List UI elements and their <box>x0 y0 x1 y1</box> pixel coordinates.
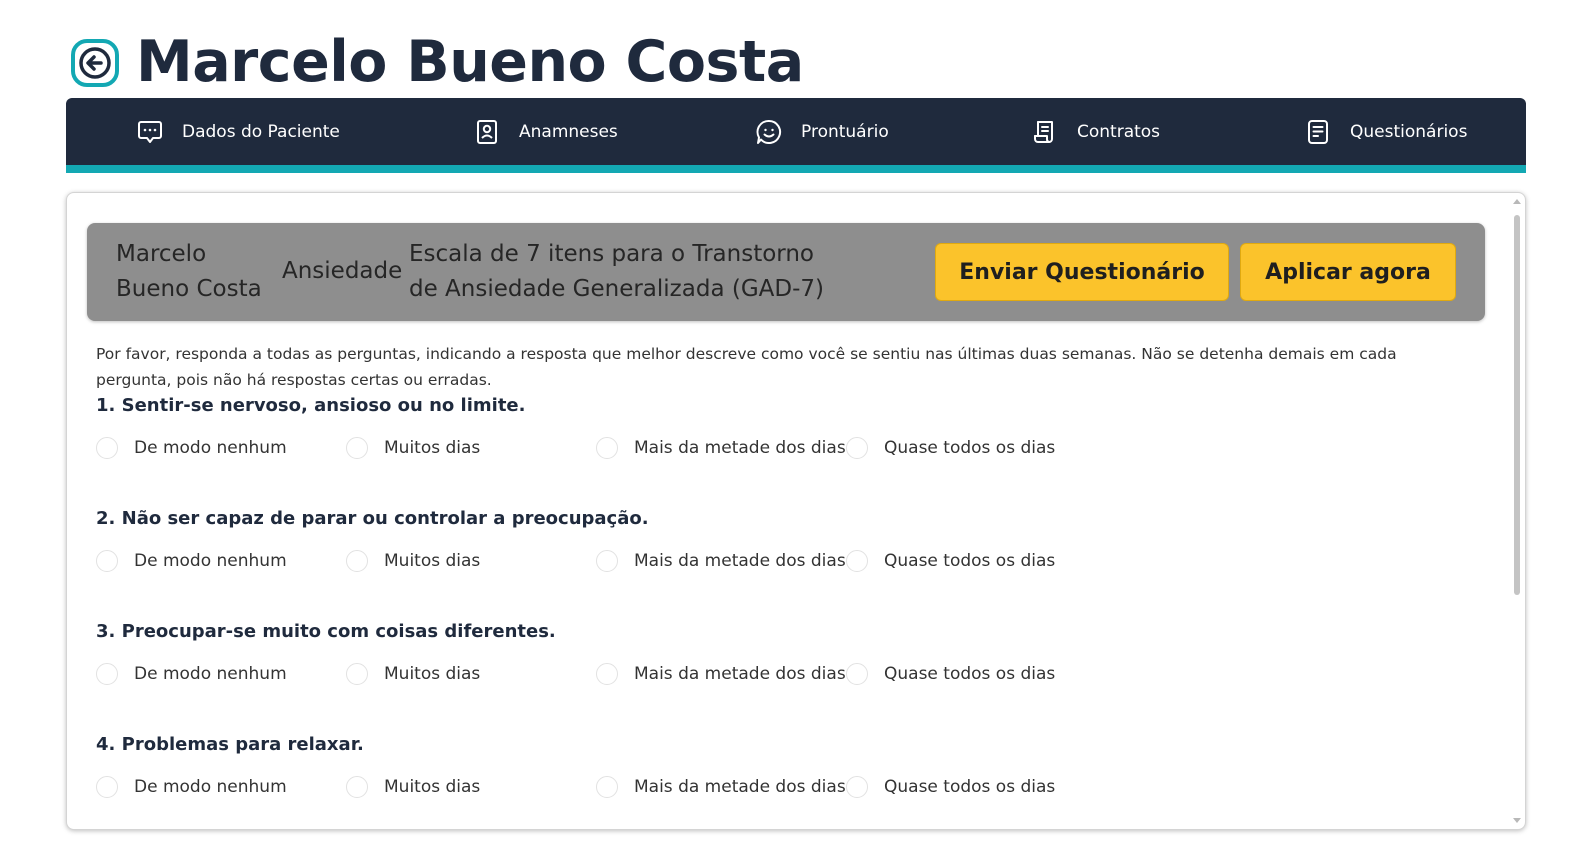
option-label: Quase todos os dias <box>884 438 1056 458</box>
banner-category: Ansiedade <box>282 258 403 284</box>
radio-button[interactable] <box>596 663 618 685</box>
radio-button[interactable] <box>346 776 368 798</box>
nav-tab-label: Contratos <box>1077 121 1161 142</box>
option-quase-todos[interactable]: Quase todos os dias <box>846 776 1055 798</box>
patient-navbar: Dados do Paciente Anamneses Prontuário C… <box>66 98 1526 173</box>
nav-tab-anamneses[interactable]: Anamneses <box>473 98 618 165</box>
nav-tab-dados-do-paciente[interactable]: Dados do Paciente <box>136 98 340 165</box>
option-label: De modo nenhum <box>134 438 287 458</box>
radio-button[interactable] <box>846 437 868 459</box>
option-label: Quase todos os dias <box>884 551 1056 571</box>
option-de-modo-nenhum[interactable]: De modo nenhum <box>96 776 287 798</box>
option-label: Mais da metade dos dias <box>634 664 846 684</box>
chat-dots-icon <box>138 120 162 143</box>
question-title: 3. Preocupar-se muito com coisas diferen… <box>96 621 556 642</box>
option-de-modo-nenhum[interactable]: De modo nenhum <box>96 550 287 572</box>
questionnaire-banner: Marcelo Bueno Costa Ansiedade Escala de … <box>87 223 1485 321</box>
nav-tab-label: Prontuário <box>801 121 889 142</box>
question-3: 3. Preocupar-se muito com coisas diferen… <box>96 619 1396 699</box>
questionnaire-card: Marcelo Bueno Costa Ansiedade Escala de … <box>66 192 1526 830</box>
option-quase-todos[interactable]: Quase todos os dias <box>846 437 1055 459</box>
contract-icon <box>1034 120 1053 143</box>
option-label: Mais da metade dos dias <box>634 438 846 458</box>
option-label: Mais da metade dos dias <box>634 777 846 797</box>
option-muitos-dias[interactable]: Muitos dias <box>346 550 480 572</box>
radio-button[interactable] <box>846 550 868 572</box>
id-card-icon <box>477 119 497 144</box>
question-title: 2. Não ser capaz de parar ou controlar a… <box>96 508 649 529</box>
nav-tab-label: Dados do Paciente <box>182 121 340 142</box>
radio-button[interactable] <box>346 663 368 685</box>
question-title: 4. Problemas para relaxar. <box>96 734 364 755</box>
nav-tab-label: Anamneses <box>519 121 618 142</box>
radio-button[interactable] <box>346 437 368 459</box>
send-questionnaire-button[interactable]: Enviar Questionário <box>935 243 1229 301</box>
radio-button[interactable] <box>846 663 868 685</box>
scroll-down-arrow[interactable] <box>1513 818 1521 823</box>
nav-tab-contratos[interactable]: Contratos <box>1031 98 1160 165</box>
question-1: 1. Sentir-se nervoso, ansioso ou no limi… <box>96 393 1396 473</box>
scroll-up-arrow[interactable] <box>1513 199 1521 204</box>
option-label: Quase todos os dias <box>884 777 1056 797</box>
question-4: 4. Problemas para relaxar. De modo nenhu… <box>96 732 1396 812</box>
option-quase-todos[interactable]: Quase todos os dias <box>846 663 1055 685</box>
option-mais-da-metade[interactable]: Mais da metade dos dias <box>596 437 846 459</box>
option-mais-da-metade[interactable]: Mais da metade dos dias <box>596 776 846 798</box>
option-label: Muitos dias <box>384 551 481 571</box>
option-quase-todos[interactable]: Quase todos os dias <box>846 550 1055 572</box>
option-label: Muitos dias <box>384 664 481 684</box>
option-label: Mais da metade dos dias <box>634 551 846 571</box>
option-de-modo-nenhum[interactable]: De modo nenhum <box>96 663 287 685</box>
arrow-left-circle-icon[interactable] <box>70 38 120 88</box>
scroll-thumb[interactable] <box>1514 215 1520 595</box>
radio-button[interactable] <box>596 776 618 798</box>
answer-options: De modo nenhum Muitos dias Mais da metad… <box>96 437 1396 473</box>
question-title: 1. Sentir-se nervoso, ansioso ou no limi… <box>96 395 526 416</box>
option-muitos-dias[interactable]: Muitos dias <box>346 437 480 459</box>
scrollbar[interactable] <box>1512 199 1522 823</box>
option-mais-da-metade[interactable]: Mais da metade dos dias <box>596 550 846 572</box>
answer-options: De modo nenhum Muitos dias Mais da metad… <box>96 776 1396 812</box>
document-icon <box>1308 119 1328 144</box>
smile-chat-icon <box>756 119 782 144</box>
radio-button[interactable] <box>96 776 118 798</box>
option-muitos-dias[interactable]: Muitos dias <box>346 663 480 685</box>
option-label: Muitos dias <box>384 777 481 797</box>
answer-options: De modo nenhum Muitos dias Mais da metad… <box>96 550 1396 586</box>
option-label: Quase todos os dias <box>884 664 1056 684</box>
page-header: Marcelo Bueno Costa <box>70 34 804 91</box>
option-label: De modo nenhum <box>134 664 287 684</box>
banner-scale-name: Escala de 7 itens para o Transtorno de A… <box>409 241 824 302</box>
nav-tab-prontuario[interactable]: Prontuário <box>755 98 889 165</box>
radio-button[interactable] <box>96 437 118 459</box>
page-title: Marcelo Bueno Costa <box>136 29 804 95</box>
radio-button[interactable] <box>346 550 368 572</box>
radio-button[interactable] <box>96 550 118 572</box>
apply-now-button[interactable]: Aplicar agora <box>1240 243 1456 301</box>
radio-button[interactable] <box>96 663 118 685</box>
radio-button[interactable] <box>596 550 618 572</box>
option-label: De modo nenhum <box>134 551 287 571</box>
option-mais-da-metade[interactable]: Mais da metade dos dias <box>596 663 846 685</box>
nav-tab-label: Questionários <box>1350 121 1468 142</box>
instructions-text: Por favor, responda a todas as perguntas… <box>96 345 1397 389</box>
option-label: Muitos dias <box>384 438 481 458</box>
radio-button[interactable] <box>846 776 868 798</box>
answer-options: De modo nenhum Muitos dias Mais da metad… <box>96 663 1396 699</box>
banner-patient-name: Marcelo Bueno Costa <box>116 241 262 302</box>
option-muitos-dias[interactable]: Muitos dias <box>346 776 480 798</box>
option-label: De modo nenhum <box>134 777 287 797</box>
radio-button[interactable] <box>596 437 618 459</box>
option-de-modo-nenhum[interactable]: De modo nenhum <box>96 437 287 459</box>
question-2: 2. Não ser capaz de parar ou controlar a… <box>96 506 1396 586</box>
nav-tab-questionarios[interactable]: Questionários <box>1304 98 1467 165</box>
